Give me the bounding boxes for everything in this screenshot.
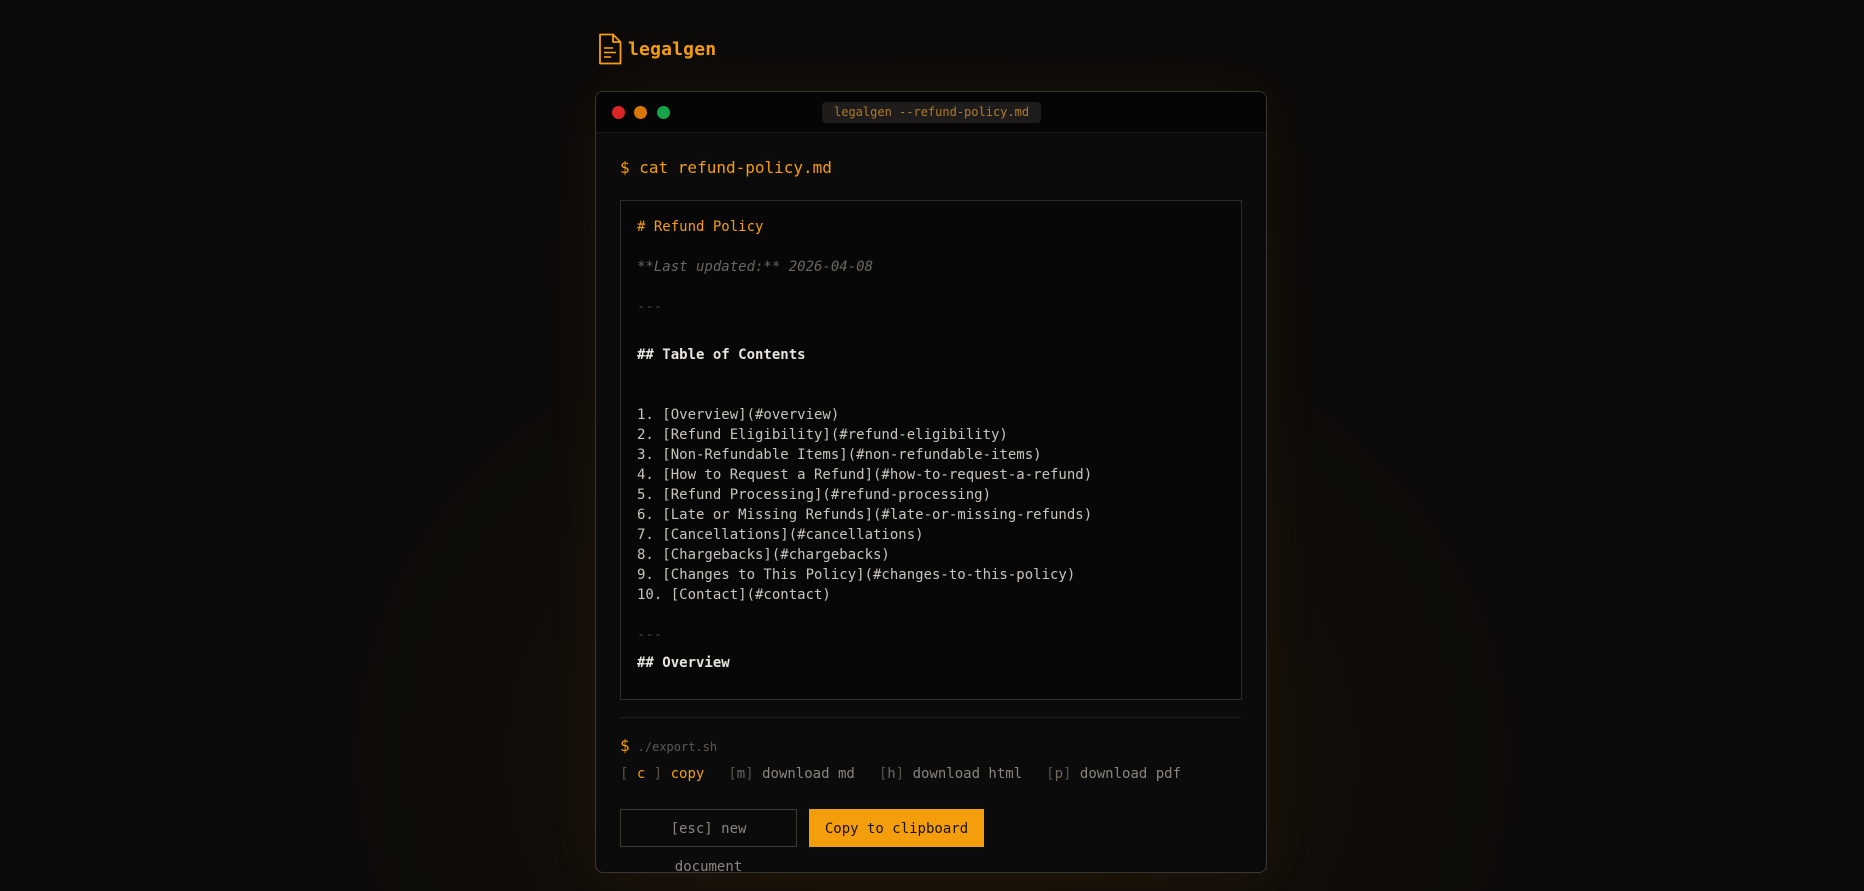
toc-item: 4. [How to Request a Refund](#how-to-req… xyxy=(637,467,1093,483)
shortcut-download-md[interactable]: [m] download md xyxy=(728,766,854,782)
toc-item: 10. [Contact](#contact) xyxy=(637,587,831,603)
toc-item: 5. [Refund Processing](#refund-processin… xyxy=(637,487,992,503)
toc-item: 9. [Changes to This Policy](#changes-to-… xyxy=(637,567,1076,583)
export-script: ./export.sh xyxy=(637,740,718,754)
shortcut-key: c xyxy=(636,766,646,782)
shortcut-download-html[interactable]: [h] download html xyxy=(879,766,1022,782)
shortcut-bar: [ c ] copy [m] download md [h] download … xyxy=(620,766,1181,782)
shortcut-key: h xyxy=(887,766,896,782)
shortcut-key: p xyxy=(1054,766,1064,782)
maximize-dot-icon[interactable] xyxy=(657,106,670,119)
section-divider xyxy=(620,717,1242,718)
horizontal-rule: --- xyxy=(637,627,663,643)
minimize-dot-icon[interactable] xyxy=(634,106,647,119)
toc-item: 6. [Late or Missing Refunds](#late-or-mi… xyxy=(637,507,1093,523)
toc-item: 8. [Chargebacks](#chargebacks) xyxy=(637,547,890,563)
close-dot-icon[interactable] xyxy=(612,106,625,119)
shortcut-label: download pdf xyxy=(1079,766,1182,782)
command-line: $ cat refund-policy.md xyxy=(620,158,832,177)
brand[interactable]: legalgen xyxy=(598,33,716,65)
toc-item: 1. [Overview](#overview) xyxy=(637,407,840,423)
last-updated: **Last updated:** 2026-04-08 xyxy=(637,259,874,275)
shortcut-label: download md xyxy=(762,766,855,782)
shortcut-label: copy xyxy=(670,766,705,782)
terminal-window: legalgen --refund-policy.md $ cat refund… xyxy=(595,91,1267,873)
action-buttons: [esc] new document Copy to clipboard xyxy=(620,809,984,872)
horizontal-rule: --- xyxy=(637,299,663,315)
overview-heading: ## Overview xyxy=(637,655,730,671)
shortcut-copy[interactable]: [ c ] copy xyxy=(620,766,704,782)
document-title: # Refund Policy xyxy=(637,219,764,235)
new-document-button[interactable]: [esc] new document xyxy=(620,809,797,872)
shortcut-key: m xyxy=(736,766,746,782)
document-icon xyxy=(599,33,622,65)
shortcut-label: download html xyxy=(912,766,1023,782)
export-line: $ ./export.sh xyxy=(620,736,717,755)
toc-item: 3. [Non-Refundable Items](#non-refundabl… xyxy=(637,447,1042,463)
brand-name: legalgen xyxy=(628,38,717,60)
document-preview[interactable]: # Refund Policy **Last updated:** 2026-0… xyxy=(620,200,1242,700)
toc-item: 2. [Refund Eligibility](#refund-eligibil… xyxy=(637,427,1008,443)
window-titlebar: legalgen --refund-policy.md xyxy=(596,92,1266,133)
window-title: legalgen --refund-policy.md xyxy=(822,102,1042,123)
copy-to-clipboard-button[interactable]: Copy to clipboard xyxy=(809,809,984,847)
export-prompt: $ xyxy=(620,736,630,755)
toc-heading: ## Table of Contents xyxy=(637,347,806,363)
toc-list: 1. [Overview](#overview) 2. [Refund Elig… xyxy=(637,405,1225,605)
shortcut-download-pdf[interactable]: [p] download pdf xyxy=(1046,766,1181,782)
toc-item: 7. [Cancellations](#cancellations) xyxy=(637,527,924,543)
